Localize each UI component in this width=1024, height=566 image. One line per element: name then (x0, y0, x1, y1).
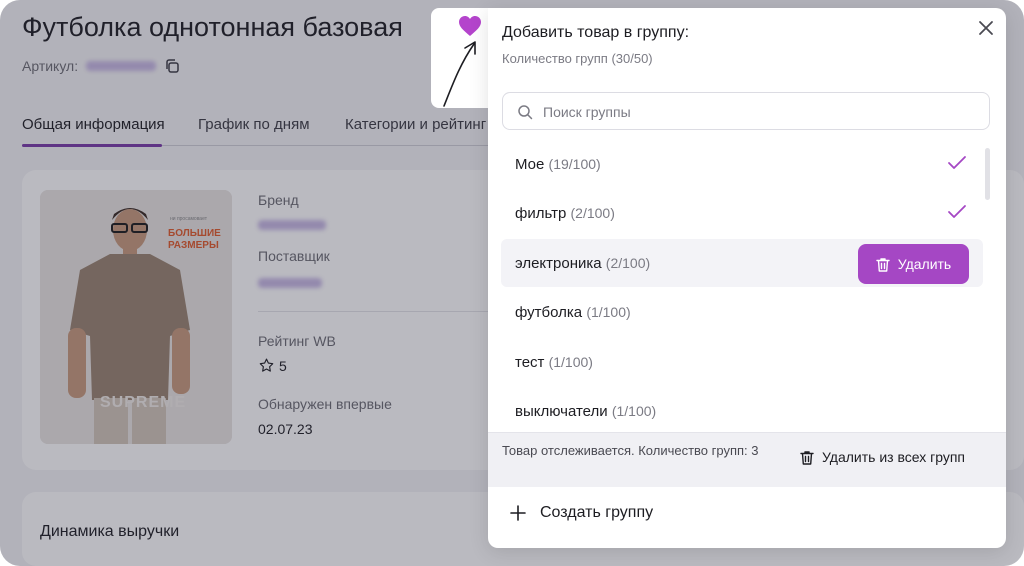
tracking-status-text: Товар отслеживается. Количество групп: 3 (502, 443, 759, 458)
group-item-label: тест (1/100) (515, 354, 593, 371)
create-group-button[interactable]: Создать группу (510, 504, 653, 522)
group-item-vyklyuchateli[interactable]: выключатели (1/100) (501, 387, 983, 430)
tracking-footer: Товар отслеживается. Количество групп: 3… (488, 432, 1006, 487)
trash-icon (876, 257, 890, 272)
group-name: выключатели (515, 403, 608, 420)
heart-icon[interactable] (458, 15, 482, 37)
remove-all-label: Удалить из всех групп (822, 449, 966, 465)
group-count: (19/100) (548, 156, 601, 172)
group-item-label: футболка (1/100) (515, 304, 631, 321)
group-item-moe[interactable]: Мое (19/100) (501, 140, 983, 188)
group-count: (1/100) (548, 354, 593, 370)
add-to-group-modal: Добавить товар в группу: Количество груп… (488, 8, 1006, 548)
delete-button-label: Удалить (897, 256, 952, 272)
group-item-label: электроника (2/100) (515, 255, 650, 272)
group-item-futbolka[interactable]: футболка (1/100) (501, 288, 983, 336)
group-list-scrollbar[interactable] (985, 148, 990, 200)
check-icon (948, 156, 966, 169)
check-icon (948, 205, 966, 218)
close-icon[interactable] (976, 18, 996, 38)
group-item-filtr[interactable]: фильтр (2/100) (501, 189, 983, 237)
group-name: электроника (515, 255, 602, 272)
group-item-test[interactable]: тест (1/100) (501, 338, 983, 386)
group-name: футболка (515, 304, 583, 321)
search-icon (518, 105, 533, 120)
arrow-annotation-icon (443, 41, 476, 107)
plus-icon (510, 505, 526, 521)
delete-group-button[interactable]: Удалить (858, 244, 969, 284)
create-group-label: Создать группу (540, 504, 654, 521)
trash-icon (800, 450, 814, 465)
group-count: (1/100) (586, 304, 631, 320)
group-count: (1/100) (611, 403, 657, 419)
group-count: (2/100) (570, 205, 615, 221)
remove-from-all-groups-button[interactable]: Удалить из всех групп (800, 449, 965, 465)
group-item-label: выключатели (1/100) (515, 403, 656, 420)
modal-title: Добавить товар в группу: (502, 24, 690, 41)
group-search-input[interactable] (541, 100, 975, 124)
group-item-label: фильтр (2/100) (515, 205, 615, 222)
group-name: фильтр (515, 205, 567, 222)
group-name: Мое (515, 156, 545, 173)
group-count: (2/100) (605, 255, 651, 271)
group-item-label: Мое (19/100) (515, 156, 601, 173)
group-name: тест (515, 354, 545, 371)
group-list: Мое (19/100) фильтр (2/100) электроника … (501, 140, 983, 430)
group-search-box (502, 92, 990, 130)
screen: Футболка однотонная базовая Артикул: Общ… (0, 0, 1024, 566)
group-item-elektronika[interactable]: электроника (2/100) Удалить (501, 239, 983, 287)
modal-subtitle: Количество групп (30/50) (502, 51, 653, 66)
